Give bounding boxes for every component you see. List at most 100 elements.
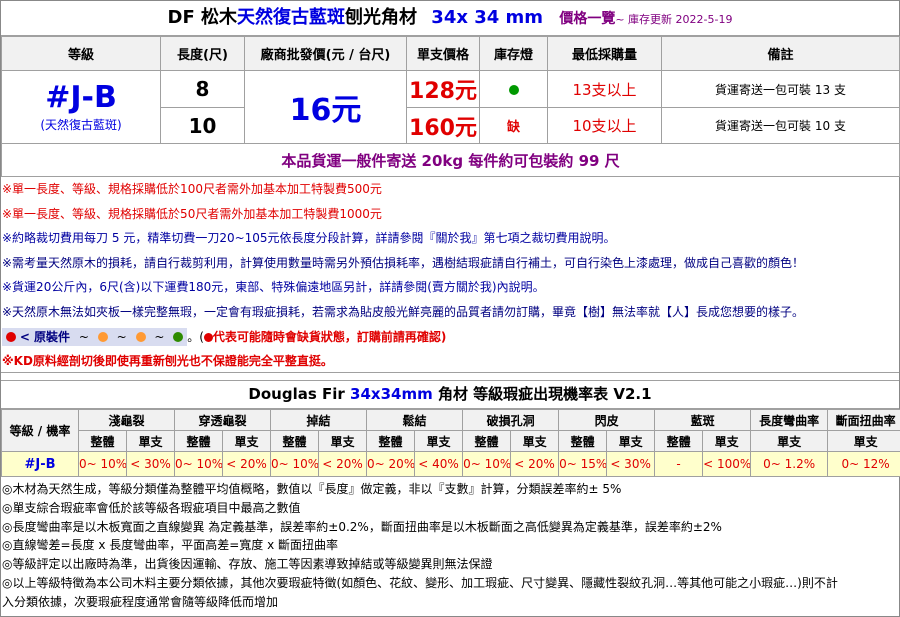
note-6: ※天然原木無法如夾板一樣完整無瑕，一定會有瑕疵損耗，若需求為貼皮般光鮮亮麗的品質… [2,304,805,319]
footnote-2: ◎單支綜合瑕疵率會低於該等級各瑕疵項目中最高之數值 [2,500,301,515]
sub-single-6: 單支 [606,430,656,452]
header-grade: 等級 [1,36,161,71]
sub-whole-4: 整體 [366,430,416,452]
defect-value: 0~ 20% [366,451,416,477]
remark-10: 貨運寄送一包可裝 10 支 [661,107,900,144]
defect-value: 0~ 10% [270,451,320,477]
footnote-5: ◎等級評定以出廠時為準，出貨後因運輸、存放、施工等因素導致掉結或等級變異則無法保… [2,557,493,572]
legend-warning: 代表可能隨時會缺貨狀態，訂購前請再確認) [212,329,447,344]
sub-single-9: 單支 [827,430,900,452]
footnote-6: ◎以上等級特徵為本公司木料主要分類依據，其他次要瑕疵特徵(如顏色、花紋、變形、加… [2,575,838,590]
sub-single-3: 單支 [318,430,368,452]
unit-price-10: 160元 [406,107,480,144]
sub-single-1: 單支 [125,430,176,452]
wholesale-price: 16元 [244,70,407,144]
sub-single-2: 單支 [222,430,272,452]
sub-whole-1: 整體 [78,430,127,452]
title-highlight: 天然復古藍斑 [237,7,346,28]
sub-single-5: 單支 [510,430,560,452]
legend-green-dot-icon [173,332,184,343]
defect-value: 0~ 1.2% [750,451,829,477]
group-bow: 長度彎曲率 [750,409,829,431]
footnote-3: ◎長度彎曲率是以木板寬面之直線變異 為定義基準，誤差率約±0.2%，斷面扭曲率是… [2,519,722,534]
legend-sep-2: ~ [116,329,127,344]
title-price-list: 價格一覽 [559,11,616,27]
stock-light-8 [479,70,548,108]
legend-orange-dot-icon-1 [97,332,108,343]
grade-code: #J-B [45,80,117,115]
defect-value: < 20% [222,451,272,477]
defect-title-prefix: Douglas Fir [248,385,345,403]
legend-sep-1: ~ [78,329,89,344]
legend-label: < 原裝件 [19,329,71,344]
notes-block: ※單一長度、等級、規格採購低於100尺者需外加基本加工特製費500元 ※單一長度… [1,177,899,373]
title-size: 34x 34 mm [431,7,544,28]
defect-table: 等級 / 機率 淺龜裂 穿透龜裂 掉結 鬆結 破損孔洞 閃皮 藍斑 長度彎曲率 … [1,409,900,477]
grade-sub: (天然復古藍斑) [40,118,122,132]
defect-grade-label: 等級 / 機率 [1,409,79,452]
length-8: 8 [160,70,245,108]
note-2: ※單一長度、等級、規格採購低於50尺者需外加基本加工特製費1000元 [2,206,382,221]
sub-whole-5: 整體 [462,430,512,452]
stock-light-10: 缺 [479,107,548,144]
group-loose-knot: 鬆結 [366,409,464,431]
sub-whole-7: 整體 [654,430,704,452]
defect-value: < 20% [510,451,560,477]
legend-red-dot-icon [6,332,16,343]
group-blue-stain: 藍斑 [654,409,752,431]
title-middle: 刨光角材 [345,7,418,28]
header-wholesale: 廠商批發價(元 / 台尺) [244,36,407,71]
defect-value: < 20% [318,451,368,477]
header-min-qty: 最低採購量 [547,36,662,71]
legend-sep-3: ~ [154,329,165,344]
defect-value: 0~ 10% [174,451,224,477]
legend-orange-dot-icon-2 [135,332,146,343]
defect-value: 0~ 15% [558,451,608,477]
defect-row-jb: #J-B 0~ 10% < 30% 0~ 10% < 20% 0~ 10% < … [1,451,900,477]
legend-warning-red-dot-icon [203,332,213,342]
title-prefix: DF 松木 [167,7,238,28]
defect-subheader-row: 整體 單支 整體 單支 整體 單支 整體 單支 整體 單支 整體 單支 整體 單… [2,430,900,452]
defect-value: < 100% [702,451,752,477]
page: DF 松木天然復古藍斑刨光角材 34x 34 mm 價格一覽~ 庫存更新 202… [0,0,900,617]
header-length: 長度(尺) [160,36,245,71]
defect-value: - [654,451,704,477]
group-loose-knot-drop: 掉結 [270,409,368,431]
header-remark: 備註 [661,36,900,71]
note-3: ※約略裁切費用每刀 5 元，精準切費一刀20~105元依長度分段計算，詳請參閱『… [2,231,616,246]
defect-value: 0~ 10% [78,451,127,477]
defect-value: 0~ 12% [827,451,900,477]
length-10: 10 [160,107,245,144]
defect-value: < 40% [414,451,464,477]
stock-green-dot-icon [508,85,519,95]
grade-cell: #J-B (天然復古藍斑) [1,70,161,144]
defect-title-size: 34x34mm [350,385,433,403]
sub-whole-2: 整體 [174,430,224,452]
legend-box: < 原裝件 ~ ~ ~ [2,327,188,346]
group-hole: 破損孔洞 [462,409,560,431]
header-stock: 庫存燈 [479,36,548,71]
shipping-note: 本品貨運一般件寄送 20kg 每件約可包裝約 99 尺 [1,143,900,177]
group-wane: 閃皮 [558,409,656,431]
defect-value: < 30% [606,451,656,477]
footnotes-block: ◎木材為天然生成，等級分類僅為整體平均值概略，數值以『長度』做定義，非以『支數』… [1,477,899,612]
remark-8: 貨運寄送一包可裝 13 支 [661,70,900,108]
sub-whole-3: 整體 [270,430,320,452]
group-through-crack: 穿透龜裂 [174,409,272,431]
header-unit-price: 單支價格 [406,36,480,71]
kd-note: ※KD原料經剖切後即使再重新刨光也不保證能完全平整直挺。 [2,354,333,369]
note-1: ※單一長度、等級、規格採購低於100尺者需外加基本加工特製費500元 [2,182,382,196]
defect-title-suffix: 角材 等級瑕疵出現機率表 V2.1 [437,385,652,403]
unit-price-8: 128元 [406,70,480,108]
sub-single-8: 單支 [750,430,829,452]
footnote-4: ◎直線彎差=長度 x 長度彎曲率，平面高差=寬度 x 斷面扭曲率 [2,538,339,553]
min-qty-10: 10支以上 [547,107,662,144]
sub-whole-6: 整體 [558,430,608,452]
legend-period: 。 [187,329,200,344]
price-table: 等級 長度(尺) 廠商批發價(元 / 台尺) 單支價格 庫存燈 最低採購量 備註… [1,36,900,177]
defect-title: Douglas Fir 34x34mm 角材 等級瑕疵出現機率表 V2.1 [1,380,899,409]
sub-single-4: 單支 [414,430,464,452]
defect-value: < 30% [125,451,176,477]
footnote-7: 入分類依據，次要瑕疵程度通常會隨等級降低而增加 [2,594,279,609]
sub-single-7: 單支 [702,430,752,452]
